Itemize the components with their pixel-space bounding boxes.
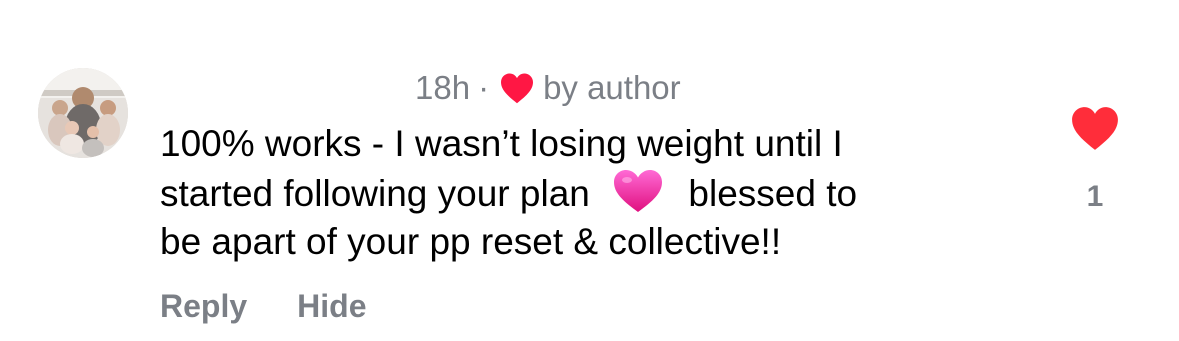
comment-line-2: started following your plan blessed to	[160, 168, 1020, 218]
user-avatar-photo-icon	[38, 68, 128, 158]
reply-button[interactable]: Reply	[160, 288, 247, 325]
comment-line-2-start: started following your plan	[160, 173, 590, 214]
like-heart-icon[interactable]	[1070, 104, 1120, 152]
comment-line-1: 100% works - I wasn’t losing weight unti…	[160, 123, 843, 164]
comment-line-3: be apart of your pp reset & collective!!	[160, 221, 782, 262]
comment-body: 100% works - I wasn’t losing weight unti…	[160, 120, 1020, 266]
comment-time: 18h	[415, 69, 471, 106]
pink-heart-emoji-icon	[614, 170, 663, 212]
hide-button[interactable]: Hide	[297, 288, 366, 325]
like-count: 1	[1086, 180, 1104, 213]
meta-separator: ·	[478, 69, 490, 106]
red-heart-icon	[501, 73, 534, 104]
comment-meta: 18h · by author	[415, 66, 681, 110]
liked-by-author-label: by author	[543, 69, 681, 106]
comment-line-2-end: blessed to	[688, 173, 858, 214]
avatar[interactable]	[38, 68, 128, 158]
comment-actions: Reply Hide	[160, 288, 366, 325]
